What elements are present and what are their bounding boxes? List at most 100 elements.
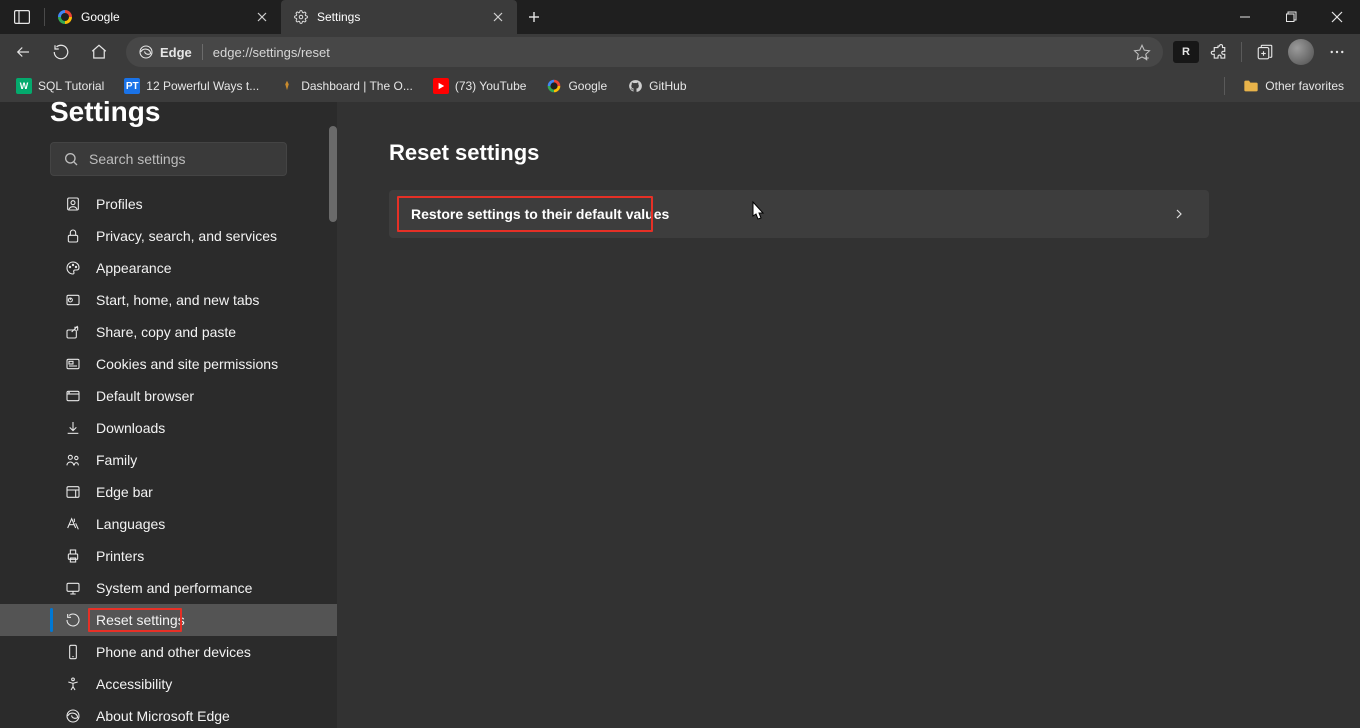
sidebar-item-label: Appearance (96, 260, 172, 276)
sidebar-item-share[interactable]: Share, copy and paste (0, 316, 337, 348)
sidebar-item-label: Family (96, 452, 137, 468)
sidebar-item-reset-settings[interactable]: Reset settings (0, 604, 337, 636)
w3-icon: W (16, 78, 32, 94)
youtube-icon (433, 78, 449, 94)
sidebar-item-downloads[interactable]: Downloads (0, 412, 337, 444)
favorite-google[interactable]: Google (538, 74, 615, 98)
site-identity-label: Edge (160, 45, 192, 60)
favorite-github[interactable]: GitHub (619, 74, 694, 98)
chevron-right-icon (1171, 206, 1187, 222)
refresh-button[interactable] (44, 37, 78, 67)
site-identity[interactable]: Edge (138, 44, 192, 60)
close-icon[interactable] (253, 8, 271, 26)
star-add-icon (1133, 43, 1151, 61)
sidebar-item-phone[interactable]: Phone and other devices (0, 636, 337, 668)
favorite-label: (73) YouTube (455, 79, 527, 93)
sidebar-item-label: Default browser (96, 388, 194, 404)
tab-google[interactable]: Google (45, 0, 281, 34)
sidebar-scrollbar[interactable] (329, 126, 337, 720)
close-window-button[interactable] (1314, 0, 1360, 34)
sidebar-item-profiles[interactable]: Profiles (0, 188, 337, 220)
refresh-icon (52, 43, 70, 61)
puzzle-icon (1209, 43, 1227, 61)
odin-icon (279, 78, 295, 94)
sidebar-item-privacy[interactable]: Privacy, search, and services (0, 220, 337, 252)
extensions-button[interactable] (1201, 37, 1235, 67)
ellipsis-icon (1328, 43, 1346, 61)
avatar-icon (1288, 39, 1314, 65)
option-label: Restore settings to their default values (411, 206, 669, 222)
sidebar-item-accessibility[interactable]: Accessibility (0, 668, 337, 700)
pt-icon: PT (124, 78, 140, 94)
collections-button[interactable] (1248, 37, 1282, 67)
more-button[interactable] (1320, 37, 1354, 67)
tab-settings[interactable]: Settings (281, 0, 517, 34)
search-input[interactable]: Search settings (50, 142, 287, 176)
favorite-label: Google (568, 79, 607, 93)
google-favicon-icon (546, 78, 562, 94)
maximize-icon (1285, 11, 1297, 23)
printer-icon (64, 547, 82, 565)
title-bar: Google Settings (0, 0, 1360, 34)
tab-actions-button[interactable] (0, 0, 44, 34)
sidebar-item-system[interactable]: System and performance (0, 572, 337, 604)
settings-nav: Profiles Privacy, search, and services A… (0, 184, 337, 728)
sidebar-item-label: Edge bar (96, 484, 153, 500)
download-icon (64, 419, 82, 437)
other-favorites-button[interactable]: Other favorites (1235, 74, 1352, 98)
window-controls (1222, 0, 1360, 34)
favorite-12-powerful-ways[interactable]: PT 12 Powerful Ways t... (116, 74, 267, 98)
close-icon[interactable] (489, 8, 507, 26)
tab-label: Google (81, 10, 245, 24)
favorite-youtube[interactable]: (73) YouTube (425, 74, 535, 98)
power-icon (64, 291, 82, 309)
new-tab-button[interactable] (517, 0, 551, 34)
close-icon (1331, 11, 1343, 23)
plus-icon (528, 11, 540, 23)
arrow-left-icon (14, 43, 32, 61)
appearance-icon (64, 259, 82, 277)
extension-badge[interactable]: R (1173, 41, 1199, 63)
sidebar-item-languages[interactable]: Languages (0, 508, 337, 540)
sidebar-item-edge-bar[interactable]: Edge bar (0, 476, 337, 508)
favorite-sql-tutorial[interactable]: W SQL Tutorial (8, 74, 112, 98)
minimize-button[interactable] (1222, 0, 1268, 34)
github-icon (627, 78, 643, 94)
address-url: edge://settings/reset (213, 45, 330, 60)
profile-button[interactable] (1284, 37, 1318, 67)
sidebar-item-label: Cookies and site permissions (96, 356, 278, 372)
browser-toolbar: Edge edge://settings/reset R (0, 34, 1360, 70)
system-icon (64, 579, 82, 597)
edge-logo-icon (138, 44, 154, 60)
back-button[interactable] (6, 37, 40, 67)
family-icon (64, 451, 82, 469)
maximize-button[interactable] (1268, 0, 1314, 34)
sidebar-item-cookies[interactable]: Cookies and site permissions (0, 348, 337, 380)
home-button[interactable] (82, 37, 116, 67)
sidebar-item-label: Languages (96, 516, 165, 532)
sidebar-item-label: Reset settings (96, 612, 185, 628)
settings-main: Reset settings Restore settings to their… (337, 102, 1360, 728)
restore-defaults-button[interactable]: Restore settings to their default values (389, 190, 1209, 238)
settings-content: Settings Search settings Profiles Privac… (0, 102, 1360, 728)
address-bar[interactable]: Edge edge://settings/reset (126, 37, 1163, 67)
favorite-dashboard[interactable]: Dashboard | The O... (271, 74, 421, 98)
divider (202, 44, 203, 60)
gear-icon (293, 9, 309, 25)
sidebar-item-about[interactable]: About Microsoft Edge (0, 700, 337, 728)
scroll-thumb[interactable] (329, 126, 337, 222)
sidebar-item-label: Accessibility (96, 676, 172, 692)
favorite-button[interactable] (1133, 43, 1151, 61)
settings-sidebar: Settings Search settings Profiles Privac… (0, 102, 337, 728)
profile-icon (64, 195, 82, 213)
page-title: Reset settings (389, 140, 1300, 166)
sidebar-item-appearance[interactable]: Appearance (0, 252, 337, 284)
sidebar-item-family[interactable]: Family (0, 444, 337, 476)
sidebar-item-printers[interactable]: Printers (0, 540, 337, 572)
languages-icon (64, 515, 82, 533)
search-icon (63, 151, 79, 167)
toolbar-right: R (1173, 37, 1354, 67)
sidebar-item-default-browser[interactable]: Default browser (0, 380, 337, 412)
sidebar-item-start-home[interactable]: Start, home, and new tabs (0, 284, 337, 316)
other-favorites-label: Other favorites (1265, 79, 1344, 93)
